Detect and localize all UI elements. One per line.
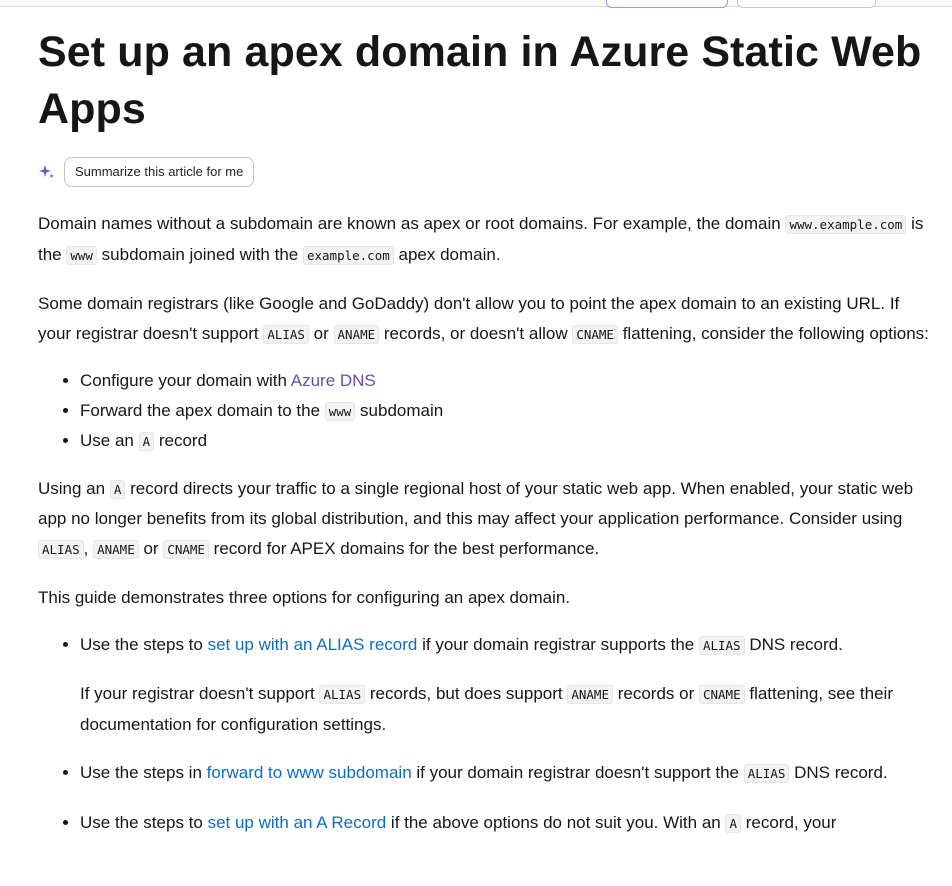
text-span: Configure your domain with: [80, 371, 291, 390]
guide-paragraph: This guide demonstrates three options fo…: [38, 588, 571, 607]
text-span: Use an: [80, 431, 139, 450]
registrar-paragraph: Some domain registrars (like Google and …: [38, 289, 932, 349]
text-span: Forward the apex domain to the: [80, 400, 325, 420]
list-item: Use an A record: [80, 426, 932, 457]
inline-code: A: [138, 432, 155, 451]
text-span: If your registrar doesn't support: [80, 684, 320, 703]
text-span: subdomain: [355, 400, 444, 420]
azure-dns-link[interactable]: Azure DNS: [291, 371, 376, 390]
forward-www-link[interactable]: forward to www subdomain: [207, 763, 412, 782]
text-span: or: [138, 538, 164, 558]
inline-code: ANAME: [567, 685, 613, 704]
a-record-link[interactable]: set up with an A Record: [208, 813, 387, 832]
inline-code: www.example.com: [785, 215, 907, 234]
summarize-row: Summarize this article for me: [38, 157, 932, 187]
alias-record-link[interactable]: set up with an ALIAS record: [208, 635, 418, 654]
article-content: Set up an apex domain in Azure Static We…: [38, 24, 932, 857]
inline-code: CNAME: [163, 539, 209, 559]
sparkle-icon: [39, 165, 54, 179]
intro-paragraph: Domain names without a subdomain are kno…: [38, 209, 932, 270]
text-span: Use the steps to: [80, 634, 208, 654]
toolbar-primary-button[interactable]: [606, 0, 728, 8]
options-list: Configure your domain with Azure DNS For…: [38, 366, 932, 457]
top-toolbar-strip: [0, 0, 952, 8]
inline-code: www: [324, 401, 356, 421]
list-item-note: If your registrar doesn't support ALIAS …: [80, 679, 932, 739]
inline-code: ALIAS: [319, 685, 366, 704]
text-span: DNS record.: [744, 634, 843, 654]
page-title: Set up an apex domain in Azure Static We…: [38, 28, 922, 133]
text-span: records, but does support: [365, 684, 568, 703]
inline-code: example.com: [302, 245, 394, 265]
text-span: records, or doesn't allow: [379, 323, 573, 343]
text-span: Use the steps in: [80, 763, 207, 782]
text-span: records or: [613, 684, 699, 703]
text-span: apex domain.: [393, 244, 501, 264]
text-span: Use the steps to: [80, 812, 208, 832]
text-span: record: [154, 431, 208, 450]
list-item: Forward the apex domain to the www subdo…: [80, 396, 932, 427]
list-item: Use the steps to set up with an ALIAS re…: [80, 630, 932, 740]
text-span: record directs your traffic to a single …: [38, 478, 914, 529]
list-item: Configure your domain with Azure DNS: [80, 366, 932, 396]
text-span: DNS record.: [789, 763, 888, 782]
a-record-paragraph: Using an A record directs your traffic t…: [38, 474, 932, 565]
text-span: ,: [83, 538, 94, 558]
text-span: record, your: [740, 812, 837, 832]
inline-code: ANAME: [93, 539, 139, 559]
text-span: subdomain joined with the: [96, 244, 303, 264]
list-item: Use the steps to set up with an A Record…: [80, 808, 932, 839]
summarize-button[interactable]: Summarize this article for me: [64, 157, 255, 187]
text-span: or: [308, 323, 334, 343]
inline-code: ALIAS: [263, 324, 309, 344]
inline-code: ALIAS: [38, 539, 84, 559]
inline-code: ALIAS: [698, 635, 745, 655]
inline-code: A: [109, 479, 126, 499]
text-span: if your domain registrar supports the: [417, 634, 699, 654]
text-span: flattening, consider the following optio…: [617, 323, 929, 343]
text-span: Using an: [38, 478, 110, 498]
steps-list: Use the steps to set up with an ALIAS re…: [38, 630, 932, 839]
text-span: if your domain registrar doesn't support…: [411, 763, 744, 782]
list-item: Use the steps in forward to www subdomai…: [80, 758, 932, 789]
text-span: Domain names without a subdomain are kno…: [38, 214, 786, 233]
inline-code: ALIAS: [743, 764, 790, 783]
inline-code: ANAME: [333, 324, 380, 344]
toolbar-secondary-button[interactable]: [737, 0, 876, 8]
inline-code: A: [725, 813, 741, 833]
text-span: record for APEX domains for the best per…: [208, 538, 600, 558]
inline-code: www: [66, 245, 97, 265]
inline-code: CNAME: [698, 685, 745, 704]
text-span: if the above options do not suit you. Wi…: [386, 812, 726, 832]
inline-code: CNAME: [572, 324, 618, 344]
